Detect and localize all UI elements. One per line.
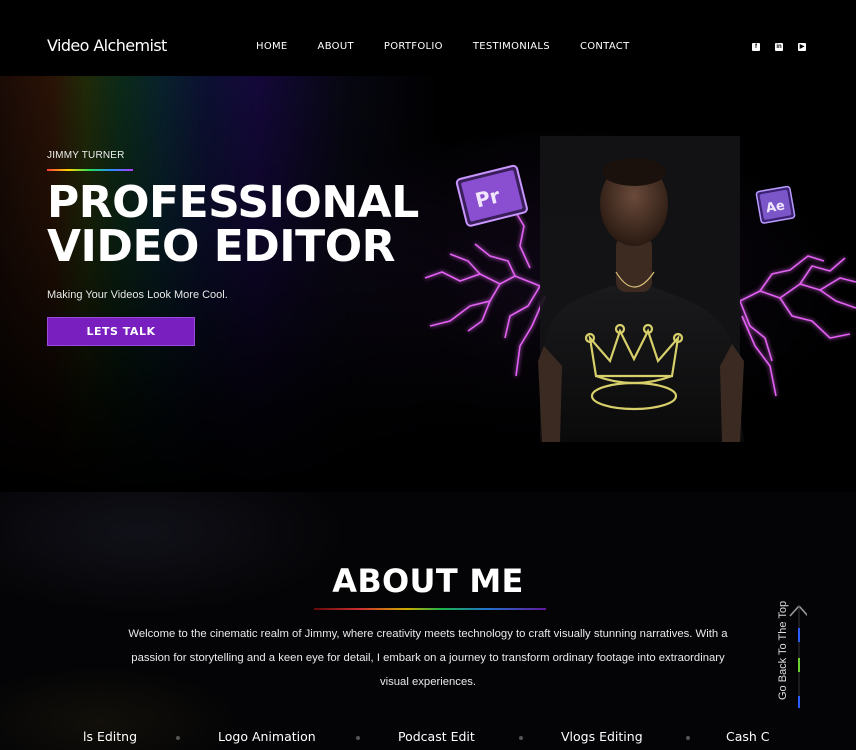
back-to-top-label: Go Back To The Top [777, 600, 789, 700]
hero-tagline: Making Your Videos Look More Cool. [47, 289, 228, 301]
back-to-top[interactable]: Go Back To The Top [777, 598, 807, 708]
nav-home[interactable]: HOME [256, 41, 288, 52]
separator-dot [686, 736, 690, 740]
hero-section: JIMMY TURNER PROFESSIONAL VIDEO EDITOR M… [0, 76, 856, 492]
service-item: Podcast Edit [398, 729, 475, 744]
lightning-right [739, 255, 856, 397]
about-title: ABOUT ME [332, 562, 524, 600]
about-section: ABOUT ME Welcome to the cinematic realm … [0, 492, 856, 750]
service-item: Vlogs Editing [561, 729, 643, 744]
site-header: Video Alchemist HOME ABOUT PORTFOLIO TES… [0, 0, 856, 76]
hero-kicker: JIMMY TURNER [47, 150, 125, 161]
facebook-icon[interactable]: f [752, 43, 760, 51]
hero-content: JIMMY TURNER PROFESSIONAL VIDEO EDITOR M… [47, 150, 419, 346]
youtube-icon[interactable]: ▶ [798, 43, 806, 51]
lets-talk-button[interactable]: LETS TALK [47, 317, 195, 346]
social-links: f in ▶ [752, 43, 806, 51]
separator-dot [356, 736, 360, 740]
nav-testimonials[interactable]: TESTIMONIALS [473, 41, 550, 52]
premiere-pro-icon: Pr [455, 164, 528, 227]
lightning-left [424, 205, 546, 377]
nav-about[interactable]: ABOUT [318, 41, 354, 52]
services-marquee: ls Editng Logo Animation Podcast Edit Vl… [0, 729, 856, 749]
after-effects-icon: Ae [755, 185, 796, 224]
hero-portrait-art: Pr Ae [424, 136, 856, 442]
service-item: ls Editng [83, 729, 138, 744]
main-nav: HOME ABOUT PORTFOLIO TESTIMONIALS CONTAC… [256, 41, 629, 52]
separator-dot [519, 736, 523, 740]
linkedin-icon[interactable]: in [775, 43, 783, 51]
service-item: Cash C [726, 729, 770, 744]
hero-title: PROFESSIONAL VIDEO EDITOR [47, 177, 419, 272]
site-logo[interactable]: Video Alchemist [47, 36, 167, 55]
nav-contact[interactable]: CONTACT [580, 41, 630, 52]
separator-dot [176, 736, 180, 740]
nav-portfolio[interactable]: PORTFOLIO [384, 41, 443, 52]
rainbow-divider [47, 169, 133, 171]
service-item: Logo Animation [218, 729, 316, 744]
about-divider [314, 608, 546, 610]
about-text: Welcome to the cinematic realm of Jimmy,… [128, 628, 728, 688]
